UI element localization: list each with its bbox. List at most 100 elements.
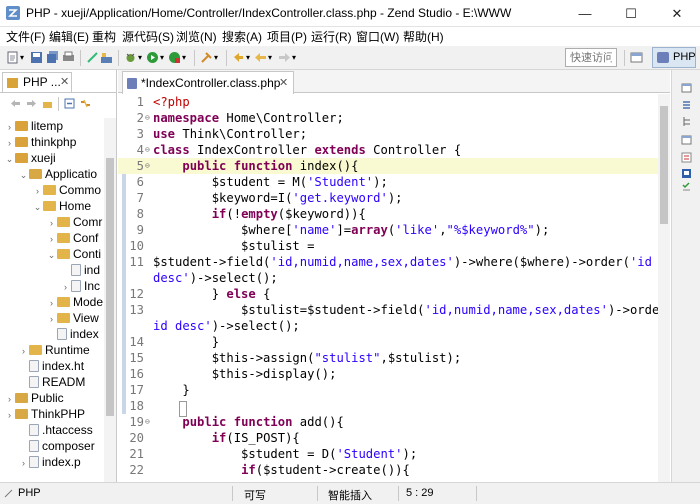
code-line[interactable]: 3 use Think\Controller; (118, 126, 658, 142)
fold-toggle-icon[interactable]: ⊖ (145, 142, 150, 158)
code-line[interactable]: desc')->select(); (118, 270, 658, 286)
tree-item[interactable]: › Inc (60, 278, 100, 294)
menu-window[interactable]: 窗口(W) (356, 28, 399, 45)
expanded-chevron-icon[interactable]: ⌄ (4, 151, 15, 167)
collapsed-chevron-icon[interactable]: › (46, 231, 57, 247)
collapsed-chevron-icon[interactable]: › (4, 391, 15, 407)
fold-toggle-icon[interactable]: ⊖ (145, 158, 150, 174)
back-arrow-icon[interactable] (10, 98, 21, 109)
collapsed-chevron-icon[interactable]: › (32, 183, 43, 199)
forward-arrow-icon[interactable] (26, 98, 37, 109)
tree-item[interactable]: › Conf (46, 230, 98, 246)
tree-item[interactable]: › ThinkPHP (4, 406, 85, 422)
tree-item[interactable]: index (46, 326, 99, 342)
php-perspective-icon[interactable] (86, 51, 99, 64)
menu-run[interactable]: 运行(R) (311, 28, 352, 45)
outline-icon[interactable] (681, 100, 692, 111)
php-explorer-tab[interactable]: PHP ... ✕ (2, 72, 72, 92)
code-line[interactable]: 4 ⊖ class IndexController extends Controll… (118, 142, 658, 158)
run-icon[interactable] (146, 51, 159, 64)
code-line[interactable]: 8 if(!empty($keyword)){ (118, 206, 658, 222)
code-line[interactable]: 19 ⊖ public function add(){ (118, 414, 658, 430)
link-editor-icon[interactable] (80, 98, 91, 109)
collapsed-chevron-icon[interactable]: › (46, 311, 57, 327)
tree-item[interactable]: › Mode (46, 294, 103, 310)
code-line[interactable]: 2 ⊖ namespace Home\Controller; (118, 110, 658, 126)
debug-icon[interactable] (124, 51, 137, 64)
annotation-icon[interactable] (232, 51, 245, 64)
tree-item[interactable]: ⌄ xueji (4, 150, 56, 166)
back-icon[interactable] (254, 51, 267, 64)
code-line[interactable]: 17 } (118, 382, 658, 398)
code-line[interactable]: 15 $this->assign("stulist",$stulist); (118, 350, 658, 366)
menu-project[interactable]: 项目(P) (267, 28, 307, 45)
collapsed-chevron-icon[interactable]: › (4, 135, 15, 151)
restore-icon[interactable] (681, 82, 692, 93)
menu-search[interactable]: 搜索(A) (222, 28, 262, 45)
tree-item[interactable]: › Runtime (18, 342, 90, 358)
new-icon[interactable] (6, 51, 19, 64)
tree-item[interactable]: › index.p (18, 454, 81, 470)
open-type-icon[interactable] (100, 51, 113, 64)
collapsed-chevron-icon[interactable]: › (18, 343, 29, 359)
menu-refactor[interactable]: 重构 (92, 28, 116, 45)
close-button[interactable]: ✕ (654, 0, 700, 27)
forward-icon[interactable] (278, 51, 291, 64)
run-dropdown-icon[interactable]: ▾ (160, 53, 166, 66)
tree-scrollbar-thumb[interactable] (106, 158, 114, 416)
collapsed-chevron-icon[interactable]: › (18, 455, 29, 471)
code-line[interactable]: 14 } (118, 334, 658, 350)
restore-icon[interactable] (681, 134, 692, 145)
maximize-button[interactable]: ☐ (608, 0, 654, 27)
up-icon[interactable] (42, 98, 53, 109)
expanded-chevron-icon[interactable]: ⌄ (18, 167, 29, 183)
pin-icon[interactable] (200, 51, 213, 64)
code-text-area[interactable]: 1 <?php 2 ⊖ namespace Home\Controller; 3 use T… (118, 94, 658, 482)
code-line[interactable]: id desc')->select(); (118, 318, 658, 334)
tree-item[interactable]: index.ht (18, 358, 84, 374)
collapse-all-icon[interactable] (64, 98, 75, 109)
code-line[interactable]: 6 $student = M('Student'); (118, 174, 658, 190)
menu-file[interactable]: 文件(F) (6, 28, 45, 45)
close-icon[interactable]: ✕ (60, 75, 69, 88)
editor-scrollbar-thumb[interactable] (660, 106, 668, 224)
code-line[interactable]: 7 $keyword=I('get.keyword'); (118, 190, 658, 206)
editor-scrollbar[interactable] (658, 94, 670, 482)
php-perspective-button[interactable]: PHP (652, 47, 696, 68)
minimize-button[interactable]: — (562, 0, 608, 27)
expanded-chevron-icon[interactable]: ⌄ (46, 247, 57, 263)
tree-item[interactable]: › thinkphp (4, 134, 76, 150)
code-line[interactable]: 22 if($student->create()){ (118, 462, 658, 478)
tree-item[interactable]: ⌄ Applicatio (18, 166, 97, 182)
problems-icon[interactable] (681, 152, 692, 163)
tree-scrollbar[interactable] (104, 118, 116, 482)
external-dropdown-icon[interactable]: ▾ (182, 53, 188, 66)
tree-item[interactable]: › Public (4, 390, 64, 406)
collapsed-chevron-icon[interactable]: › (4, 119, 15, 135)
code-line[interactable]: 5 ⊖ public function index(){ (118, 158, 658, 174)
collapsed-chevron-icon[interactable]: › (60, 279, 71, 295)
tree-item[interactable]: ind (60, 262, 100, 278)
tree-item[interactable]: › Commo (32, 182, 101, 198)
console-icon[interactable] (681, 168, 692, 179)
menu-navigate[interactable]: 浏览(N) (176, 28, 217, 45)
annotation-dropdown-icon[interactable]: ▾ (246, 53, 252, 66)
code-line[interactable]: 9 $where['name']=array('like',"%$keyword… (118, 222, 658, 238)
tree-item[interactable]: composer (18, 438, 95, 454)
tree-item[interactable]: ⌄ Conti (46, 246, 101, 262)
collapsed-chevron-icon[interactable]: › (4, 407, 15, 423)
fold-toggle-icon[interactable]: ⊖ (145, 414, 150, 430)
menu-edit[interactable]: 编辑(E) (49, 28, 89, 45)
code-line[interactable]: 13 $stulist=$student->field('id,numid,na… (118, 302, 658, 318)
expanded-chevron-icon[interactable]: ⌄ (32, 199, 43, 215)
tree-item[interactable]: .htaccess (18, 422, 93, 438)
forward-dropdown-icon[interactable]: ▾ (292, 53, 298, 66)
back-dropdown-icon[interactable]: ▾ (268, 53, 274, 66)
editor-tab-indexcontroller[interactable]: *IndexController.class.php ✕ (122, 71, 294, 94)
code-line[interactable]: 20 if(IS_POST){ (118, 430, 658, 446)
code-line[interactable]: 10 $stulist = (118, 238, 658, 254)
new-dropdown-icon[interactable]: ▾ (20, 53, 26, 66)
external-tools-icon[interactable] (168, 51, 181, 64)
menu-help[interactable]: 帮助(H) (403, 28, 444, 45)
code-line[interactable]: 1 <?php (118, 94, 658, 110)
